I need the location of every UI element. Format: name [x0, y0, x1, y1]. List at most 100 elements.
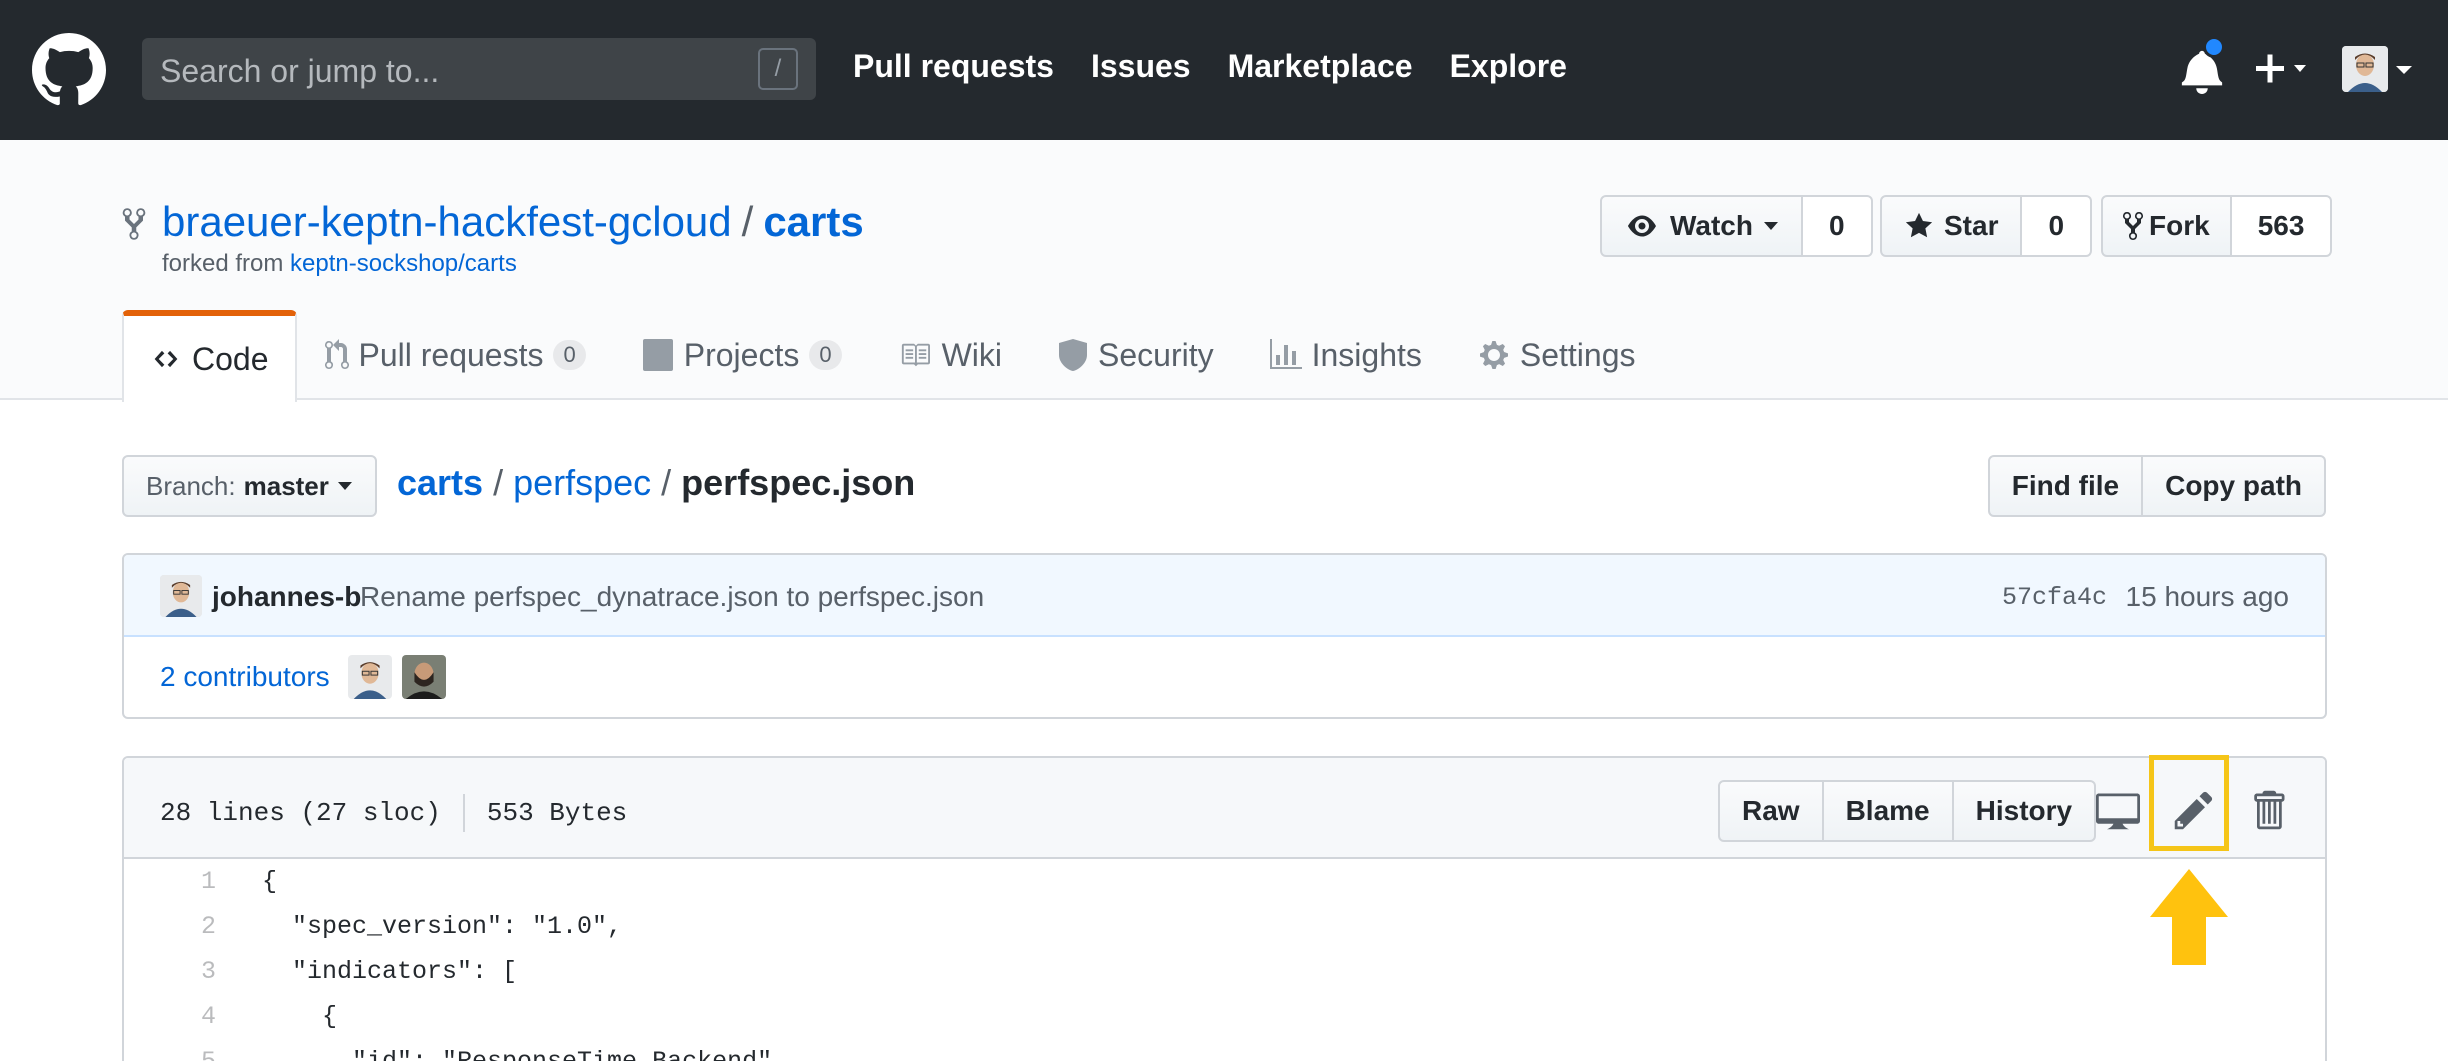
code-body: 1 { 2 "spec_version": "1.0", 3 "indicato…: [124, 859, 2325, 1061]
file-nav-actions: Find file Copy path: [1987, 455, 2326, 517]
repo-title: braeuer-keptn-hackfest-gcloud / carts: [162, 198, 864, 246]
nav-pull-requests[interactable]: Pull requests: [853, 48, 1054, 85]
line-content: {: [262, 1002, 338, 1031]
search-placeholder: Search or jump to...: [160, 53, 440, 89]
branch-name: master: [243, 470, 329, 501]
breadcrumb-repo-link[interactable]: carts: [397, 462, 483, 503]
fork-button[interactable]: Fork: [2101, 195, 2232, 257]
breadcrumb-filename: perfspec.json: [681, 462, 916, 503]
history-button[interactable]: History: [1953, 780, 2097, 842]
chevron-down-icon: [2396, 66, 2412, 74]
nav-issues[interactable]: Issues: [1091, 48, 1191, 85]
file-size: 553 Bytes: [486, 798, 628, 828]
nav-marketplace[interactable]: Marketplace: [1228, 48, 1413, 85]
tab-settings[interactable]: Settings: [1450, 310, 1664, 400]
avatar[interactable]: [402, 655, 446, 699]
raw-button[interactable]: Raw: [1718, 780, 1824, 842]
repo-header: braeuer-keptn-hackfest-gcloud / carts fork…: [0, 140, 2448, 402]
tab-projects[interactable]: Projects 0: [614, 310, 870, 400]
tab-settings-label: Settings: [1519, 336, 1636, 373]
fork-group: Fork 563: [2101, 195, 2333, 257]
breadcrumb-separator: /: [493, 462, 504, 503]
edit-highlight-box: [2149, 755, 2229, 851]
commit-tease-box: johannes-b Rename perfspec_dynatrace.jso…: [122, 553, 2327, 719]
chevron-down-icon: [337, 482, 352, 490]
line-content: "spec_version": "1.0",: [262, 912, 623, 941]
repo-name-link[interactable]: carts: [763, 198, 863, 245]
tab-pull-requests-label: Pull requests: [358, 336, 544, 373]
tab-wiki-label: Wiki: [941, 336, 1002, 373]
plus-icon[interactable]: [2250, 46, 2312, 92]
user-menu[interactable]: [2342, 46, 2416, 94]
line-number[interactable]: 5: [124, 1047, 216, 1061]
code-icon: [154, 350, 178, 368]
fork-label: Fork: [2149, 210, 2210, 241]
arrow-up-icon: [2150, 869, 2228, 965]
search-input[interactable]: Search or jump to... /: [142, 38, 816, 100]
blame-button[interactable]: Blame: [1823, 780, 1954, 842]
commit-message-link[interactable]: Rename perfspec_dynatrace.json to perfsp…: [360, 581, 984, 613]
star-label: Star: [1944, 210, 1999, 241]
line-content: "id": "ResponseTime_Backend",: [216, 1047, 787, 1061]
watch-count[interactable]: 0: [1802, 195, 1873, 257]
fork-count[interactable]: 563: [2231, 195, 2333, 257]
repo-forked-icon: [122, 208, 146, 240]
line-number[interactable]: 4: [124, 1002, 216, 1031]
nav-explore[interactable]: Explore: [1450, 48, 1567, 85]
repo-title-separator: /: [741, 198, 754, 245]
breadcrumb-folder-link[interactable]: perfspec: [513, 462, 651, 503]
top-nav: Pull requests Issues Marketplace Explore: [853, 48, 1567, 85]
repo-nav: Code Pull requests 0 Projects 0 Wiki Sec…: [122, 310, 1664, 402]
book-icon: [901, 343, 930, 367]
line-number[interactable]: 1: [124, 867, 216, 896]
tab-insights[interactable]: Insights: [1242, 310, 1450, 400]
avatar[interactable]: [348, 655, 392, 699]
github-logo-icon[interactable]: [32, 33, 106, 107]
desktop-icon[interactable]: [2096, 788, 2140, 832]
commit-tease: johannes-b Rename perfspec_dynatrace.jso…: [124, 555, 2325, 637]
code-line: 2 "spec_version": "1.0",: [124, 904, 2325, 949]
watch-button[interactable]: Watch: [1600, 195, 1803, 257]
avatar[interactable]: [160, 575, 202, 617]
star-count[interactable]: 0: [2022, 195, 2093, 257]
find-file-button[interactable]: Find file: [1987, 455, 2144, 517]
commit-time: 15 hours ago: [2125, 581, 2289, 612]
star-group: Star 0: [1880, 195, 2093, 257]
branch-prefix: Branch:: [146, 470, 236, 501]
code-line: 5 "id": "ResponseTime_Backend",: [124, 1039, 2325, 1061]
code-line: 4 {: [124, 994, 2325, 1039]
breadcrumb: carts / perfspec / perfspec.json: [397, 462, 915, 504]
tab-wiki[interactable]: Wiki: [870, 310, 1030, 400]
shield-icon: [1059, 339, 1087, 371]
avatar: [2342, 46, 2388, 92]
line-content: "indicators": [: [262, 957, 518, 986]
global-header: Search or jump to... / Pull requests Iss…: [0, 0, 2448, 140]
pull-requests-counter: 0: [553, 340, 586, 370]
breadcrumb-separator: /: [661, 462, 672, 503]
contributors-link[interactable]: 2 contributors: [160, 661, 330, 693]
eye-icon: [1628, 215, 1656, 237]
line-number[interactable]: 3: [124, 957, 216, 986]
tab-pull-requests[interactable]: Pull requests 0: [297, 310, 614, 400]
repo-owner-link[interactable]: braeuer-keptn-hackfest-gcloud: [162, 198, 732, 245]
notification-indicator: [2203, 36, 2225, 58]
tab-code[interactable]: Code: [122, 310, 297, 402]
tab-security[interactable]: Security: [1030, 310, 1242, 400]
code-line: 3 "indicators": [: [124, 949, 2325, 994]
project-icon: [642, 339, 673, 371]
tab-code-label: Code: [192, 340, 269, 377]
line-number[interactable]: 2: [124, 912, 216, 941]
watch-group: Watch 0: [1600, 195, 1873, 257]
branch-select-button[interactable]: Branch: master: [122, 455, 377, 517]
file-info-divider: [462, 794, 465, 832]
star-button[interactable]: Star: [1880, 195, 2023, 257]
copy-path-button[interactable]: Copy path: [2143, 455, 2326, 517]
star-icon: [1905, 212, 1933, 238]
commit-author-link[interactable]: johannes-b: [212, 581, 361, 613]
forked-source-link[interactable]: keptn-sockshop/carts: [290, 250, 517, 277]
file-actions: Raw Blame History: [1718, 780, 2097, 842]
trashcan-icon[interactable]: [2246, 788, 2290, 832]
watch-label: Watch: [1670, 210, 1753, 241]
commit-sha-link[interactable]: 57cfa4c: [2002, 583, 2107, 612]
forked-from-label: forked from: [162, 250, 284, 277]
